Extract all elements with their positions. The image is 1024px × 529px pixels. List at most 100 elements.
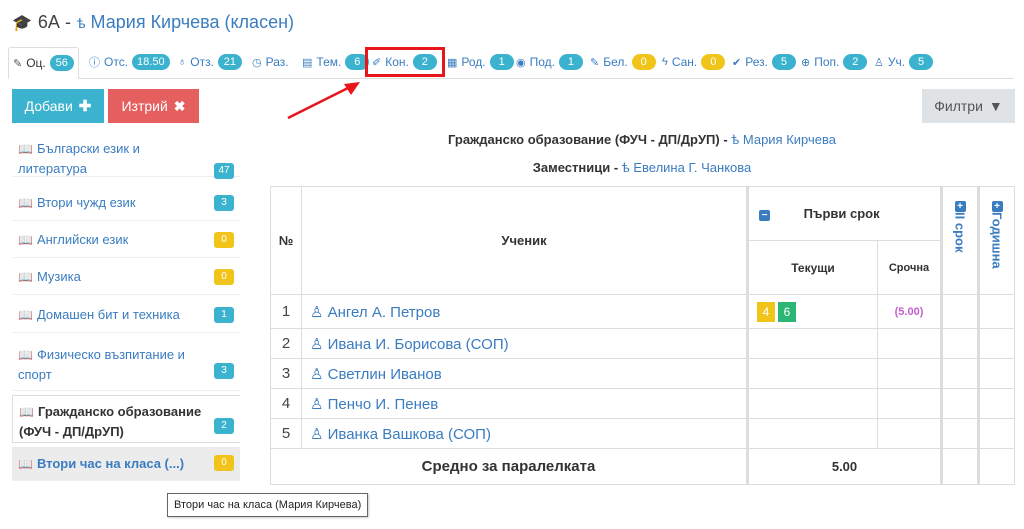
sidebar-item-class-hour[interactable]: 📖 Втори час на класа (...) 0 [12, 447, 240, 481]
collapse-minus-icon[interactable]: − [759, 210, 770, 221]
current-grades-cell [746, 388, 878, 419]
term-grade-cell [877, 418, 942, 449]
deputy-teacher-link[interactable]: ѣ Евелина Г. Чанкова [622, 160, 751, 175]
tab-label: Отз. [190, 55, 214, 69]
student-link[interactable]: ♙ Ивана И. Борисова (СОП) [301, 328, 748, 359]
annual-cell [977, 448, 1015, 485]
annual-cell [977, 358, 1015, 389]
student-icon: ♙ [310, 395, 324, 413]
tab-schedule[interactable]: ◷ Раз. [252, 48, 289, 76]
term2-cell [940, 418, 979, 449]
annual-header[interactable]: + Годишна [977, 186, 1015, 295]
student-icon: ♙ [310, 365, 324, 383]
add-button[interactable]: Добави ✚ [12, 89, 104, 123]
filter-button[interactable]: Филтри ▼ [922, 89, 1015, 123]
tab-label: Оц. [26, 56, 46, 70]
clock-icon: ◷ [252, 56, 262, 69]
tab-sanctions[interactable]: ϟ Сан. 0 [662, 48, 726, 76]
book-icon: 📖 [18, 233, 33, 247]
column-header-term-grade: Срочна [877, 240, 942, 295]
student-link[interactable]: ♙ Иванка Вашкова (СОП) [301, 418, 748, 449]
sidebar-item-sport[interactable]: 📖 Физическо възпитание и спорт 3 [12, 343, 240, 391]
average-row: Средно за паралелката 5.00 [270, 448, 1015, 485]
tab-count-badge: 5 [909, 54, 934, 70]
grade-badge[interactable]: 6 [778, 301, 796, 322]
tab-grades[interactable]: ✎ Оц. 56 [8, 47, 79, 79]
student-link[interactable]: ♙ Ангел А. Петров [301, 294, 748, 329]
book-icon: 📖 [18, 348, 33, 362]
filter-icon: ▼ [988, 98, 1003, 114]
student-icon: ♙ [310, 425, 324, 443]
sidebar-item-home-technics[interactable]: 📖 Домашен бит и техника 1 [12, 305, 240, 333]
tab-count-badge: 0 [701, 54, 726, 70]
student-icon: ♙ [310, 335, 324, 353]
tab-students[interactable]: ♙ Уч. 5 [874, 48, 934, 76]
grade-badge[interactable]: 4 [757, 301, 775, 322]
subject-name: Английски език [36, 232, 129, 247]
tab-notes[interactable]: ✎ Бел. 0 [590, 48, 656, 76]
average-label: Средно за паралелката [270, 448, 748, 485]
tab-label: Род. [461, 55, 486, 69]
sidebar-item-bulgarian[interactable]: 📖 Български език и литература 47 [12, 137, 240, 179]
sidebar-item-second-language[interactable]: 📖 Втори чужд език 3 [12, 193, 240, 221]
sidebar-item-english[interactable]: 📖 Английски език 0 [12, 230, 240, 258]
term1-header[interactable]: − Първи срок [746, 186, 942, 241]
student-name: Ивана И. Борисова (СОП) [327, 335, 509, 353]
tooltip: Втори час на класа (Мария Кирчева) [167, 493, 369, 517]
tab-label: Раз. [265, 55, 289, 69]
tab-label: Сан. [671, 55, 698, 69]
subject-count-badge: 0 [214, 455, 234, 471]
row-number: 3 [270, 358, 302, 389]
student-link[interactable]: ♙ Пенчо И. Пенев [301, 388, 748, 419]
delete-button[interactable]: Изтрий ✖ [108, 89, 199, 123]
tab-results[interactable]: ✔ Рез. 5 [732, 48, 796, 76]
current-grades-cell [746, 328, 878, 359]
current-grades-cell: 46 [746, 294, 878, 329]
term1-label: Първи срок [803, 206, 880, 221]
tab-support[interactable]: ◉ Под. 1 [516, 48, 583, 76]
table-row: 2 ♙ Ивана И. Борисова (СОП) [270, 328, 1015, 359]
subject-count-badge: 3 [214, 363, 234, 379]
term2-label: II срок [952, 212, 968, 253]
current-grades-cell [746, 358, 878, 389]
tab-topics[interactable]: ▤ Тем. 6 [302, 48, 370, 76]
list-icon: ▤ [302, 56, 313, 69]
tab-label: Тем. [316, 55, 342, 69]
tab-label: Поп. [814, 55, 840, 69]
class-name: 6А - [37, 12, 71, 32]
page-title: 🎓 6А - ѣ Мария Кирчева (класен) [12, 12, 294, 33]
tab-count-badge: 1 [489, 54, 514, 70]
course-teacher-link[interactable]: ѣ Мария Кирчева [731, 132, 836, 147]
term2-cell [940, 448, 979, 485]
tab-feedback[interactable]: ♁ Отз. 21 [178, 48, 242, 76]
student-name: Иванка Вашкова (СОП) [327, 425, 491, 443]
row-number: 1 [270, 294, 302, 329]
current-grades-cell [746, 418, 878, 449]
book-icon: 📖 [19, 405, 34, 419]
course-deputies: Заместници - ѣ Евелина Г. Чанкова [532, 160, 752, 175]
plus-icon: ✚ [78, 98, 92, 115]
filter-button-label: Филтри [934, 98, 983, 114]
sidebar-item-music[interactable]: 📖 Музика 0 [12, 267, 240, 295]
class-teacher-link[interactable]: ѣ Мария Кирчева (класен) [77, 12, 294, 33]
student-icon: ♙ [310, 303, 324, 321]
tab-corrections[interactable]: ⊕ Поп. 2 [801, 48, 868, 76]
tab-absences[interactable]: ⓘ Отс. 18.50 [89, 48, 170, 76]
annual-cell [977, 388, 1015, 419]
book-icon: 📖 [18, 142, 33, 156]
tab-count-badge: 56 [49, 55, 74, 71]
subject-count-badge: 2 [214, 418, 234, 434]
tab-parents[interactable]: ▦ Род. 1 [447, 48, 514, 76]
annotation-highlight-box [365, 47, 445, 77]
term2-header[interactable]: + II срок [940, 186, 979, 295]
expand-plus-icon[interactable]: + [991, 201, 1003, 212]
subject-count-badge: 1 [214, 307, 234, 323]
sidebar-item-civic-education[interactable]: 📖 Гражданско образование (ФУЧ - ДП/ДрУП) … [12, 395, 240, 443]
student-link[interactable]: ♙ Светлин Иванов [301, 358, 748, 389]
subject-name: Домашен бит и техника [36, 307, 180, 322]
subject-count-badge: 47 [214, 163, 234, 179]
bolt-icon: ϟ [662, 56, 668, 68]
expand-plus-icon[interactable]: + [954, 201, 966, 212]
note-icon: ✎ [590, 56, 600, 69]
book-icon: 📖 [18, 270, 33, 284]
